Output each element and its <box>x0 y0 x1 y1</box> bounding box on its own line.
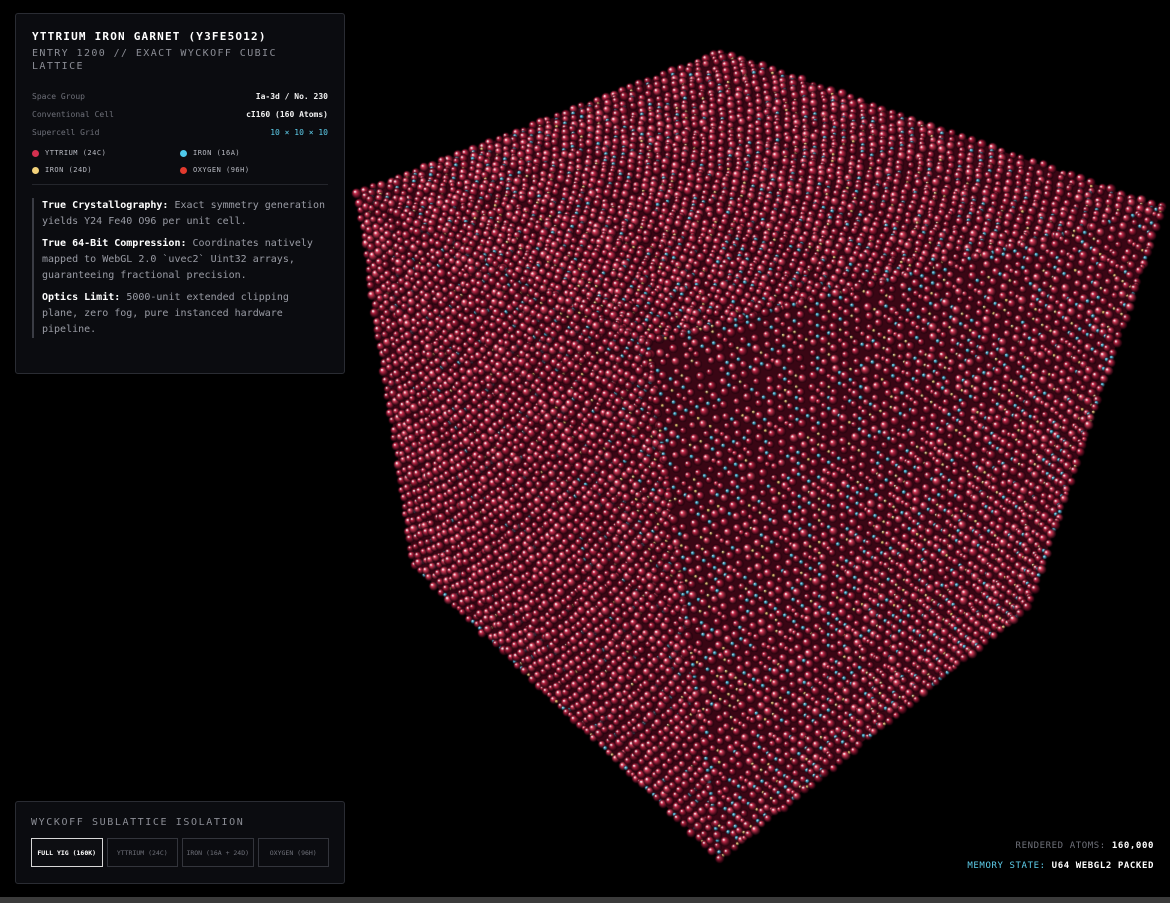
legend-label: OXYGEN (96H) <box>193 166 250 174</box>
yttrium-button[interactable]: YTTRIUM (24C) <box>106 838 178 867</box>
iron-24d-dot-icon <box>32 166 39 174</box>
full-yig-button[interactable]: FULL YIG (160K) <box>31 838 103 867</box>
note-heading: True Crystallography: <box>42 200 169 211</box>
note-heading: True 64-Bit Compression: <box>42 238 187 249</box>
property-conventional-cell: Conventional Cell cI160 (160 Atoms) <box>32 105 328 123</box>
property-supercell-grid: Supercell Grid 10 × 10 × 10 <box>32 123 328 141</box>
info-panel: YTTRIUM IRON GARNET (Y3FE5O12) ENTRY 120… <box>15 13 345 374</box>
property-label: Supercell Grid <box>32 127 100 137</box>
rendered-atoms-status: RENDERED ATOMS: 160,000 <box>967 841 1154 861</box>
property-value: 10 × 10 × 10 <box>270 127 328 137</box>
legend-oxygen: OXYGEN (96H) <box>180 166 328 174</box>
property-space-group: Space Group Ia-3d / No. 230 <box>32 87 328 105</box>
status-label: RENDERED ATOMS: <box>1015 841 1106 851</box>
property-label: Conventional Cell <box>32 109 114 119</box>
status-label: MEMORY STATE: <box>967 861 1046 871</box>
note-optics: Optics Limit: 5000-unit extended clippin… <box>42 290 328 338</box>
legend-label: IRON (24D) <box>45 166 93 174</box>
bottom-bar <box>0 897 1170 903</box>
iron-button[interactable]: IRON (16A + 24D) <box>182 838 254 867</box>
legend-label: YTTRIUM (24C) <box>45 149 107 157</box>
render-status: RENDERED ATOMS: 160,000 MEMORY STATE: U6… <box>967 841 1154 881</box>
notes-block: True Crystallography: Exact symmetry gen… <box>32 198 328 338</box>
note-crystallography: True Crystallography: Exact symmetry gen… <box>42 198 328 230</box>
legend-yttrium: YTTRIUM (24C) <box>32 149 180 157</box>
note-heading: Optics Limit: <box>42 292 121 303</box>
legend-iron-16a: IRON (16A) <box>180 149 328 157</box>
property-label: Space Group <box>32 91 85 101</box>
note-compression: True 64-Bit Compression: Coordinates nat… <box>42 236 328 284</box>
memory-state-status: MEMORY STATE: U64 WEBGL2 PACKED <box>967 861 1154 881</box>
property-value: cI160 (160 Atoms) <box>246 109 328 119</box>
oxygen-button[interactable]: OXYGEN (96H) <box>257 838 329 867</box>
entry-subtitle: ENTRY 1200 // EXACT WYCKOFF CUBIC LATTIC… <box>32 48 277 72</box>
property-value: Ia-3d / No. 230 <box>255 91 328 101</box>
isolation-title: WYCKOFF SUBLATTICE ISOLATION <box>31 817 245 828</box>
isolation-button-group: FULL YIG (160K) YTTRIUM (24C) IRON (16A … <box>31 838 329 867</box>
status-value: U64 WEBGL2 PACKED <box>1051 861 1154 871</box>
material-title: YTTRIUM IRON GARNET (Y3FE5O12) <box>32 30 267 43</box>
atom-legend: YTTRIUM (24C) IRON (16A) IRON (24D) OXYG… <box>32 149 328 185</box>
oxygen-dot-icon <box>180 166 187 174</box>
iron-16a-dot-icon <box>180 149 187 157</box>
legend-label: IRON (16A) <box>193 149 241 157</box>
yttrium-dot-icon <box>32 149 39 157</box>
legend-iron-24d: IRON (24D) <box>32 166 180 174</box>
status-value: 160,000 <box>1111 841 1154 851</box>
sublattice-isolation-panel: WYCKOFF SUBLATTICE ISOLATION FULL YIG (1… <box>15 801 345 884</box>
